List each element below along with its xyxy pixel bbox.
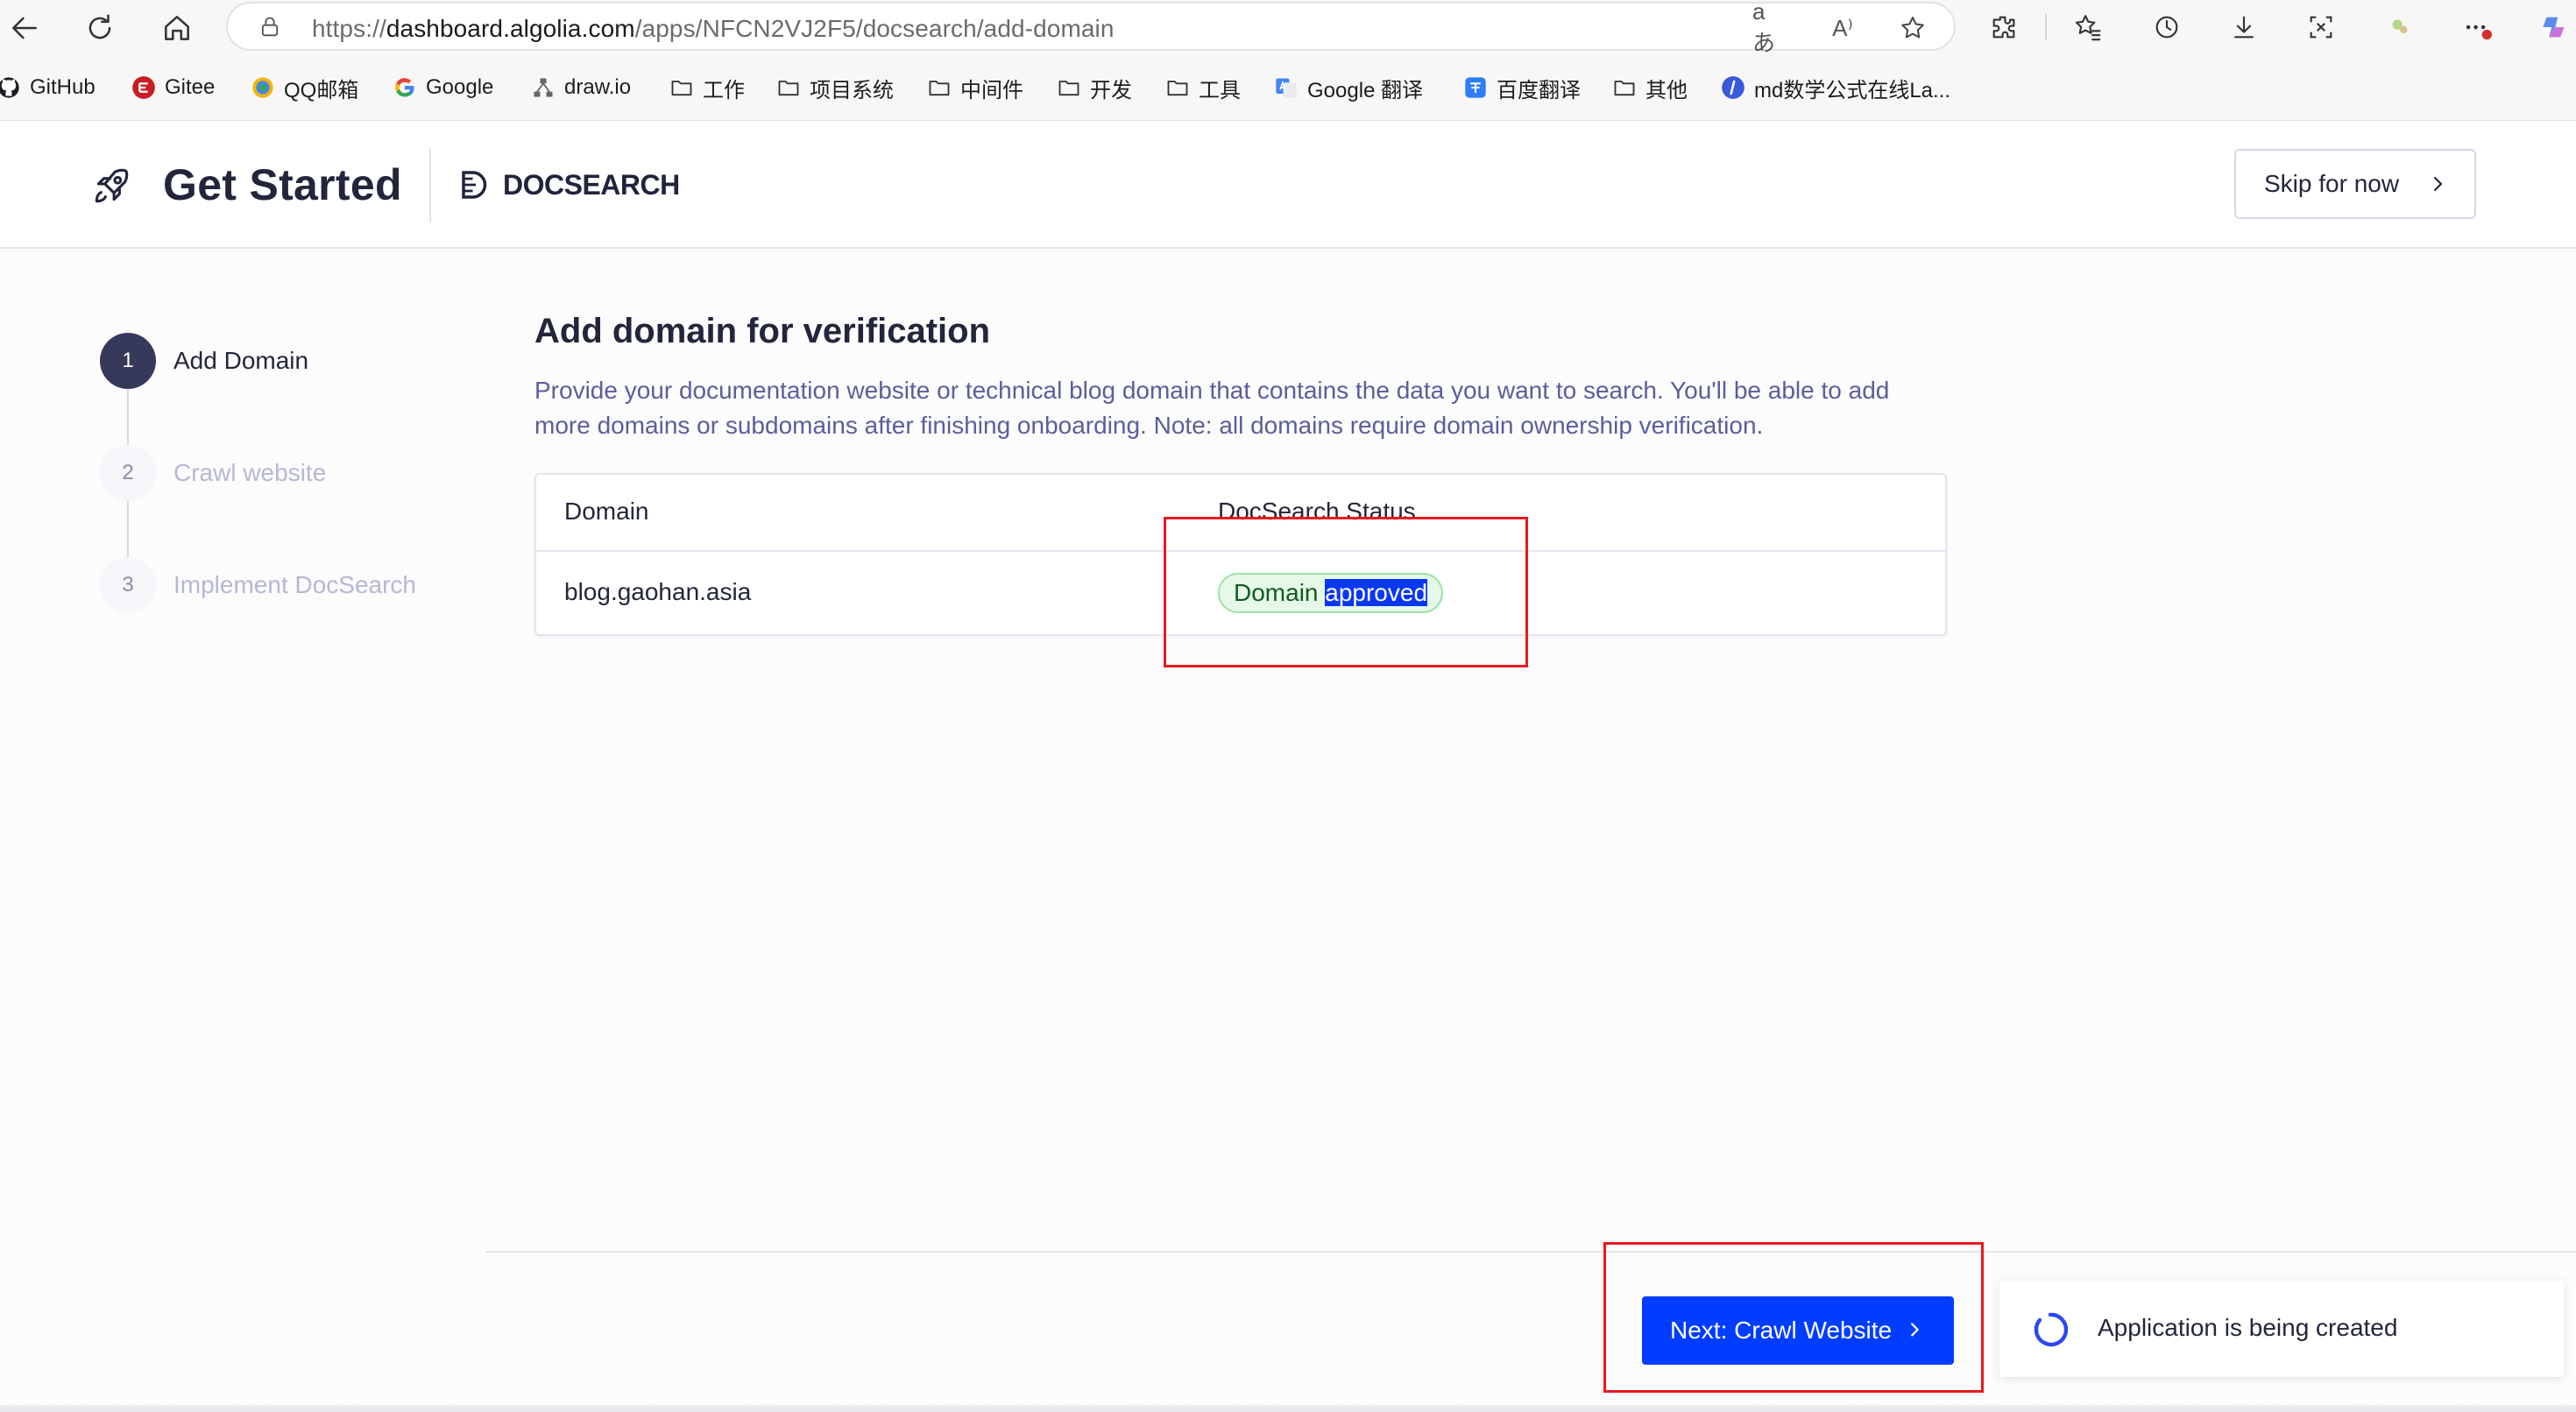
step-number: 2 [100, 445, 156, 501]
bookmark-github[interactable]: GitHub [0, 70, 96, 105]
google-icon [393, 75, 417, 100]
favorites-icon[interactable] [2071, 11, 2105, 44]
step-number: 3 [100, 557, 156, 613]
step-implement-docsearch[interactable]: 3 Implement DocSearch [100, 557, 416, 613]
step-add-domain[interactable]: 1 Add Domain [100, 333, 308, 389]
address-bar[interactable]: https://dashboard.algolia.com/apps/NFCN2… [226, 0, 1956, 56]
bookmark-folder-dev[interactable]: 开发 [1057, 70, 1132, 105]
bookmark-folder-projects[interactable]: 项目系统 [776, 70, 894, 105]
drawio-icon [531, 75, 556, 100]
toast-notification: Application is being created [1999, 1281, 2564, 1377]
arrow-left-icon [12, 17, 37, 39]
docsearch-wordmark: DOCSEARCH [503, 168, 680, 201]
bookmark-google[interactable]: Google [393, 70, 493, 105]
step-crawl-website[interactable]: 2 Crawl website [100, 445, 326, 501]
section-title: Add domain for verification [534, 312, 991, 350]
bookmark-baidu-translate[interactable]: 百度翻译 [1463, 70, 1581, 105]
home-icon [165, 16, 189, 40]
domain-cell: blog.gaohan.asia [564, 578, 752, 605]
copilot-icon[interactable] [2537, 11, 2571, 44]
gitee-icon [131, 75, 156, 100]
window-bottom-edge [0, 1405, 2576, 1412]
docsearch-logo-icon [462, 171, 487, 199]
extensions-icon[interactable] [1987, 11, 2020, 44]
page-title: Get Started [163, 160, 402, 209]
github-icon [0, 75, 21, 100]
translate-icon[interactable]: aあ [1752, 0, 1782, 56]
favorite-star-icon[interactable] [1898, 13, 1928, 43]
annotation-box-status [1164, 517, 1528, 667]
bookmark-folder-work[interactable]: 工作 [669, 70, 745, 105]
url-text[interactable]: https://dashboard.algolia.com/apps/NFCN2… [312, 15, 1115, 43]
more-options-icon[interactable] [2460, 11, 2494, 44]
folder-icon [1057, 75, 1081, 100]
annotation-box-next [1603, 1242, 1984, 1393]
browser-toolbar: https://dashboard.algolia.com/apps/NFCN2… [0, 0, 2576, 56]
qq-mail-icon [251, 75, 275, 100]
step-label: Implement DocSearch [173, 571, 417, 598]
bookmark-google-translate[interactable]: Google 翻译 [1274, 70, 1423, 105]
app-header: Get Started DOCSEARCH Skip for now [0, 121, 2576, 249]
step-label: Add Domain [173, 347, 309, 374]
reload-button[interactable] [81, 9, 119, 47]
read-aloud-icon[interactable]: A⁾ [1828, 13, 1858, 43]
header-divider [429, 147, 431, 222]
folder-icon [1612, 75, 1637, 100]
toolbar-divider [2045, 14, 2047, 40]
folder-icon [669, 75, 694, 100]
step-number: 1 [100, 333, 156, 389]
skip-button-label: Skip for now [2264, 170, 2400, 197]
refresh-icon [88, 14, 111, 39]
footer-divider [485, 1251, 2576, 1253]
bookmark-folder-middleware[interactable]: 中间件 [927, 70, 1023, 105]
extension-puzzle-icon[interactable] [2383, 11, 2417, 44]
bookmark-qq-mail[interactable]: QQ邮箱 [251, 70, 358, 105]
google-translate-icon [1274, 75, 1299, 100]
folder-icon [776, 75, 801, 100]
spinner-icon [2034, 1312, 2069, 1347]
md-math-icon [1721, 75, 1745, 100]
toast-message: Application is being created [2098, 1314, 2398, 1341]
step-connector [127, 389, 129, 445]
section-description: Provide your documentation website or te… [534, 377, 1890, 439]
screenshot-icon[interactable] [2304, 11, 2338, 44]
home-button[interactable] [158, 9, 196, 47]
bookmark-drawio[interactable]: draw.io [531, 70, 631, 105]
bookmark-gitee[interactable]: Gitee [131, 70, 215, 105]
back-button[interactable] [5, 9, 44, 47]
folder-icon [927, 75, 952, 100]
download-icon[interactable] [2227, 11, 2261, 44]
bookmark-folder-tools[interactable]: 工具 [1165, 70, 1241, 105]
chevron-right-icon [2433, 176, 2443, 192]
step-connector [127, 501, 129, 557]
rocket-icon [95, 168, 129, 203]
history-icon[interactable] [2150, 11, 2183, 44]
step-label: Crawl website [173, 459, 327, 486]
column-header-domain: Domain [564, 498, 649, 525]
baidu-translate-icon [1463, 75, 1488, 100]
skip-for-now-button[interactable]: Skip for now [2234, 149, 2476, 219]
lock-icon[interactable] [258, 15, 282, 39]
bookmark-folder-other[interactable]: 其他 [1612, 70, 1688, 105]
bookmark-md-math[interactable]: md数学公式在线La... [1721, 70, 1950, 105]
bookmarks-bar: GitHub Gitee QQ邮箱 Google draw.io 工作 项目系统… [0, 54, 2576, 121]
folder-icon [1165, 75, 1190, 100]
docsearch-logo: DOCSEARCH [457, 165, 680, 205]
